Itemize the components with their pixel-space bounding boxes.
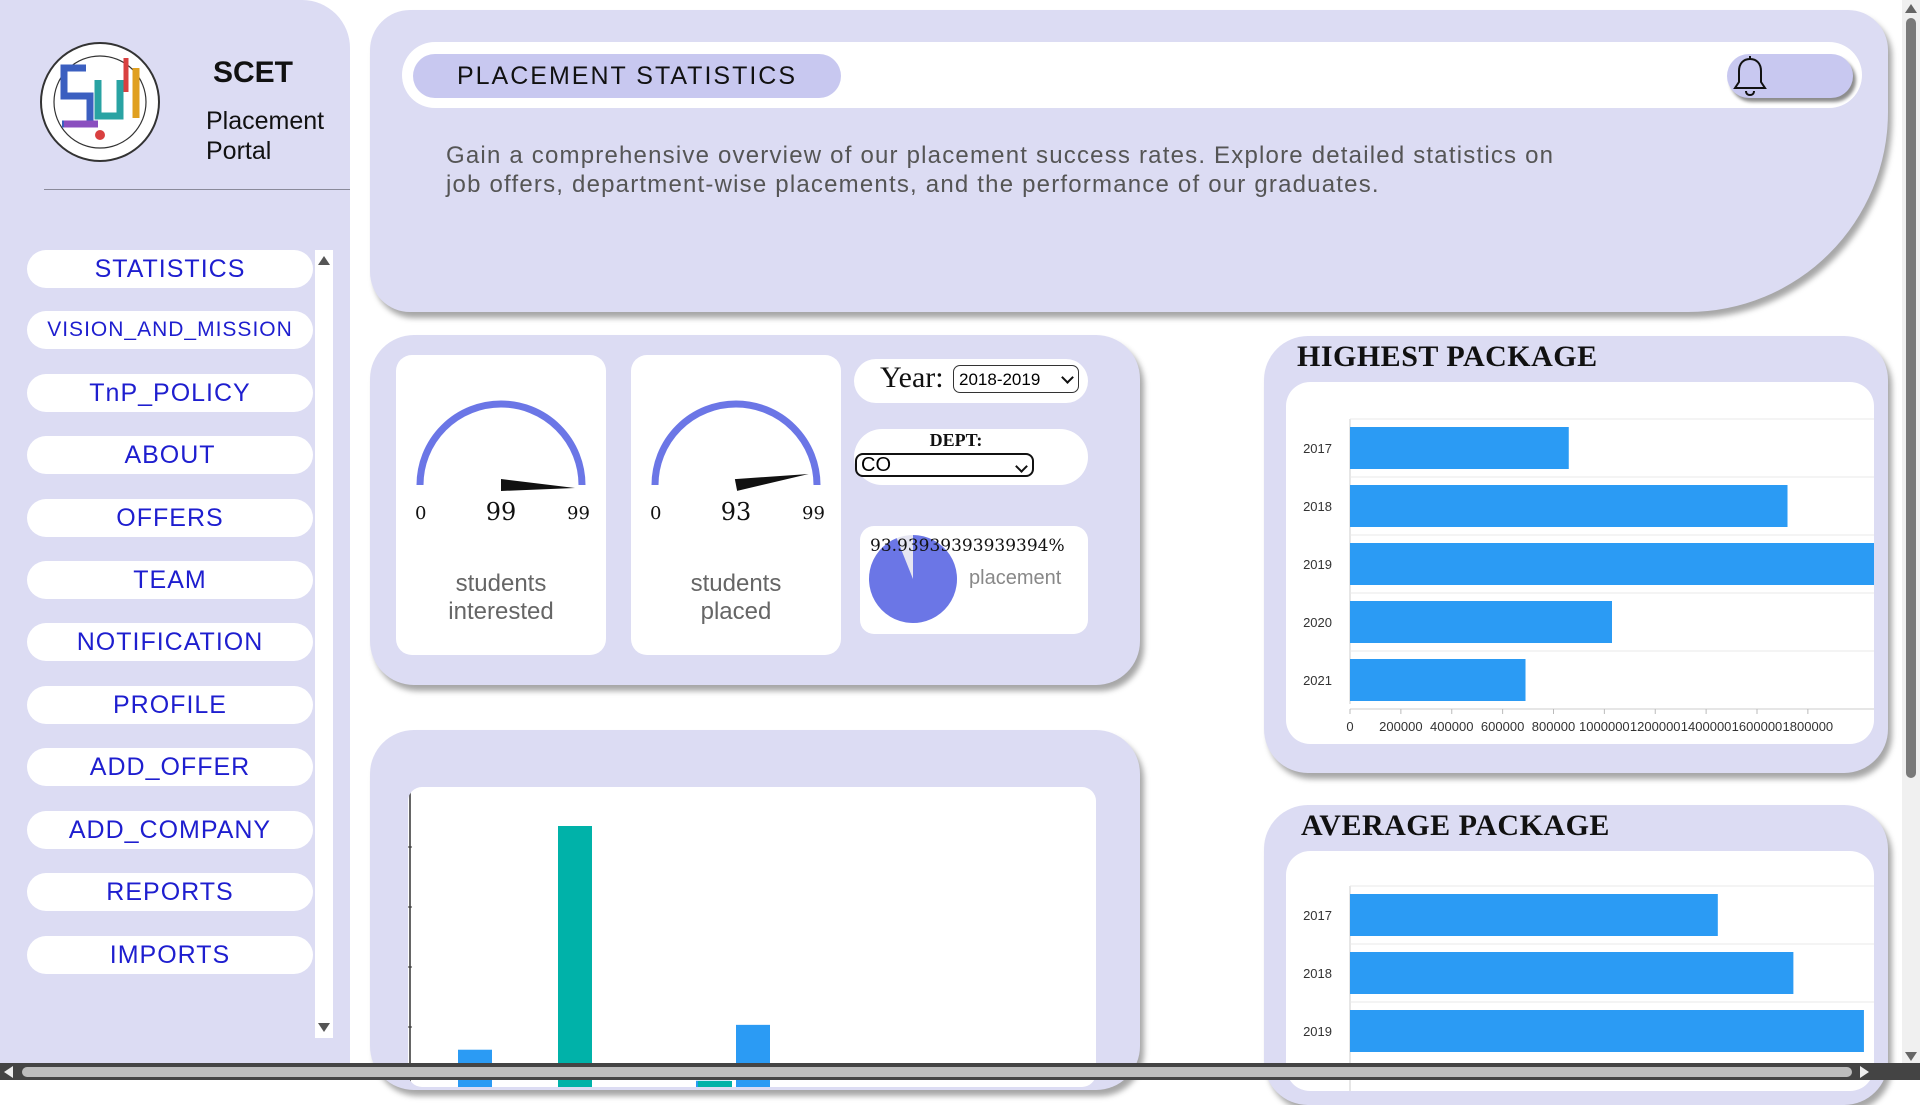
scroll-up-arrow-icon[interactable] bbox=[318, 256, 330, 265]
sidebar-item-imports[interactable]: IMPORTS bbox=[27, 936, 313, 974]
placement-bar-chart bbox=[408, 792, 770, 1087]
average-package-title: AVERAGE PACKAGE bbox=[1301, 809, 1610, 842]
placed-gauge-card: 0 93 99 students placed bbox=[631, 355, 841, 655]
x-tick-label: 800000 bbox=[1532, 719, 1575, 734]
category-label-2018: 2018 bbox=[1303, 966, 1332, 981]
x-tick-label: 1600000 bbox=[1732, 719, 1783, 734]
sidebar-item-team[interactable]: TEAM bbox=[27, 561, 313, 599]
brand-subtitle: Placement Portal bbox=[206, 107, 325, 165]
x-tick-label: 400000 bbox=[1430, 719, 1473, 734]
category-label-2017: 2017 bbox=[1303, 441, 1332, 456]
bar-2017 bbox=[1350, 894, 1718, 936]
x-tick-label: 0 bbox=[1346, 719, 1353, 734]
bell-icon[interactable] bbox=[1732, 55, 1768, 97]
dept-label: DEPT: bbox=[929, 430, 983, 450]
sidebar-item-add-company[interactable]: ADD_COMPANY bbox=[27, 811, 313, 849]
sidebar-item-offers[interactable]: OFFERS bbox=[27, 499, 313, 537]
brand-title: SCET bbox=[213, 56, 294, 89]
bar-2019 bbox=[1350, 543, 1874, 585]
highest-package-chart-area: 2017 2018 2019 2020 2021 0 200000 400000 600000 8… bbox=[1286, 382, 1874, 744]
sidebar-item-tnp-policy[interactable]: TnP_POLICY bbox=[27, 374, 313, 412]
placed-gauge-max: 99 bbox=[802, 503, 825, 524]
interested-label: students interested bbox=[448, 570, 554, 625]
bar-2021 bbox=[1350, 659, 1526, 701]
highest-package-title: HIGHEST PACKAGE bbox=[1297, 340, 1598, 373]
sidebar-item-about[interactable]: ABOUT bbox=[27, 436, 313, 474]
sidebar: SCET Placement Portal STATISTICS VISION_… bbox=[0, 0, 350, 1080]
interested-gauge-card: 0 99 99 students interested bbox=[396, 355, 606, 655]
chevron-down-icon bbox=[1015, 460, 1028, 473]
bar-C-series-1 bbox=[698, 1081, 732, 1087]
scroll-down-arrow-icon[interactable] bbox=[318, 1023, 330, 1032]
x-tick-label: 1200000 bbox=[1630, 719, 1681, 734]
placed-gauge-needle bbox=[734, 473, 809, 491]
scrollbar-thumb[interactable] bbox=[1906, 18, 1916, 778]
interested-gauge-needle bbox=[501, 479, 575, 491]
x-tick-label: 600000 bbox=[1481, 719, 1524, 734]
average-package-chart: 2017 2018 2019 bbox=[1303, 885, 1874, 1091]
placed-gauge bbox=[651, 400, 821, 491]
x-tick-label: 200000 bbox=[1379, 719, 1422, 734]
page-title: PLACEMENT STATISTICS bbox=[413, 54, 841, 98]
placement-legend-label: placement bbox=[969, 567, 1062, 589]
scroll-up-arrow-icon[interactable] bbox=[1905, 4, 1917, 13]
x-tick-label: 1000000 bbox=[1579, 719, 1630, 734]
interested-gauge-max: 99 bbox=[567, 503, 590, 524]
bar-2019 bbox=[1350, 1010, 1864, 1052]
university-logo bbox=[40, 42, 160, 162]
bar-2018 bbox=[1350, 485, 1788, 527]
scroll-left-arrow-icon[interactable] bbox=[4, 1066, 13, 1078]
category-label-2018: 2018 bbox=[1303, 499, 1332, 514]
placement-chart-area bbox=[408, 787, 1096, 1087]
x-tick-label: 1400000 bbox=[1681, 719, 1732, 734]
sidebar-item-profile[interactable]: PROFILE bbox=[27, 686, 313, 724]
category-label-2021: 2021 bbox=[1303, 673, 1332, 688]
chevron-down-icon bbox=[1061, 371, 1074, 384]
bar-B-series-1 bbox=[558, 826, 592, 1087]
category-label-2019: 2019 bbox=[1303, 557, 1332, 572]
year-select[interactable]: 2018-2019 bbox=[953, 365, 1079, 393]
bar-2020 bbox=[1350, 601, 1612, 643]
page-horizontal-scrollbar[interactable] bbox=[0, 1063, 1920, 1080]
average-package-chart-area: 2017 2018 2019 bbox=[1286, 851, 1874, 1091]
highest-package-chart: 2017 2018 2019 2020 2021 0 200000 400000 600000 8… bbox=[1303, 418, 1874, 734]
sidebar-item-add-offer[interactable]: ADD_OFFER bbox=[27, 748, 313, 786]
x-tick-label: 1800000 bbox=[1783, 719, 1834, 734]
year-label: Year: bbox=[880, 361, 944, 394]
category-label-2020: 2020 bbox=[1303, 615, 1332, 630]
bar-2017 bbox=[1350, 427, 1569, 469]
sidebar-item-notification[interactable]: NOTIFICATION bbox=[27, 623, 313, 661]
sidebar-item-statistics[interactable]: STATISTICS bbox=[27, 250, 313, 288]
sidebar-item-vision-and-mission[interactable]: VISION_AND_MISSION bbox=[27, 311, 313, 349]
sidebar-divider bbox=[44, 189, 350, 190]
bar-2018 bbox=[1350, 952, 1794, 994]
scroll-right-arrow-icon[interactable] bbox=[1860, 1066, 1869, 1078]
interested-gauge bbox=[416, 400, 586, 491]
placed-label: students placed bbox=[690, 570, 782, 625]
scrollbar-thumb[interactable] bbox=[22, 1067, 1852, 1077]
category-label-2017: 2017 bbox=[1303, 908, 1332, 923]
page-vertical-scrollbar[interactable] bbox=[1902, 0, 1920, 1065]
intro-text: Gain a comprehensive overview of our pla… bbox=[446, 142, 1555, 198]
sidebar-scrollbar[interactable] bbox=[315, 250, 333, 1038]
category-label-2019: 2019 bbox=[1303, 1024, 1332, 1039]
sidebar-item-reports[interactable]: REPORTS bbox=[27, 873, 313, 911]
placement-percent: 93.93939393939394% bbox=[870, 536, 1065, 556]
dept-select[interactable]: CO bbox=[855, 453, 1034, 477]
scroll-down-arrow-icon[interactable] bbox=[1905, 1052, 1917, 1061]
